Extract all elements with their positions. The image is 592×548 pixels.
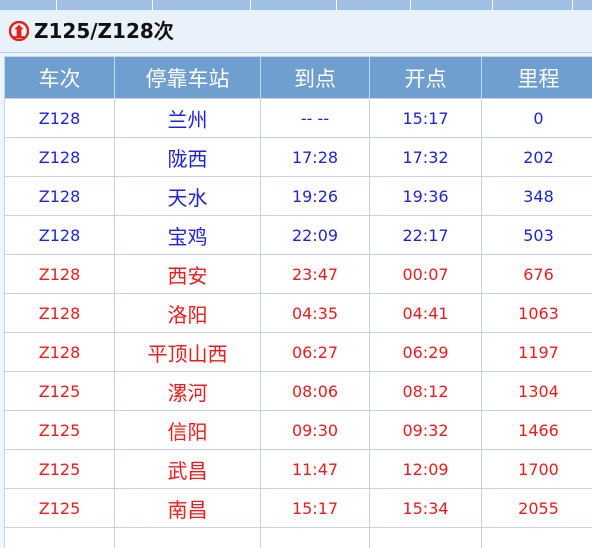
table-row: Z125南昌15:1715:342055 bbox=[5, 489, 592, 528]
cell-arrive: 11:47 bbox=[261, 450, 370, 489]
table-header-row: 车次 停靠车站 到点 开点 里程 bbox=[5, 57, 592, 99]
cell-station: 平顶山西 bbox=[115, 333, 261, 372]
cell-station: 漯河 bbox=[115, 372, 261, 411]
cell-mileage: 348 bbox=[482, 177, 592, 216]
train-title-bar: Z125/Z128次 bbox=[0, 10, 592, 53]
cell-depart: 12:09 bbox=[370, 450, 482, 489]
table-row: Z128平顶山西06:2706:291197 bbox=[5, 333, 592, 372]
cell-mileage: 1700 bbox=[482, 450, 592, 489]
cell-depart: 08:12 bbox=[370, 372, 482, 411]
cell-depart: 06:29 bbox=[370, 333, 482, 372]
cell-train: Z125 bbox=[5, 372, 115, 411]
header-depart: 开点 bbox=[370, 57, 482, 99]
table-row: Z128陇西17:2817:32202 bbox=[5, 138, 592, 177]
cell-empty bbox=[115, 528, 261, 548]
cell-arrive: 19:26 bbox=[261, 177, 370, 216]
cell-mileage: 2055 bbox=[482, 489, 592, 528]
fragment-cell bbox=[492, 0, 573, 10]
cell-depart: 04:41 bbox=[370, 294, 482, 333]
header-train: 车次 bbox=[5, 57, 115, 99]
page-title: Z125/Z128次 bbox=[34, 19, 174, 43]
cell-mileage: 1197 bbox=[482, 333, 592, 372]
cell-train: Z128 bbox=[5, 138, 115, 177]
cell-train: Z125 bbox=[5, 411, 115, 450]
cell-arrive: 22:09 bbox=[261, 216, 370, 255]
cell-train: Z128 bbox=[5, 255, 115, 294]
cell-arrive: 04:35 bbox=[261, 294, 370, 333]
cell-arrive: -- -- bbox=[261, 99, 370, 138]
cell-depart: 19:36 bbox=[370, 177, 482, 216]
cell-station: 洛阳 bbox=[115, 294, 261, 333]
cell-mileage: 676 bbox=[482, 255, 592, 294]
cell-depart: 22:17 bbox=[370, 216, 482, 255]
timetable: 车次 停靠车站 到点 开点 里程 Z128兰州-- --15:170Z128陇西… bbox=[4, 56, 592, 548]
header-station: 停靠车站 bbox=[115, 57, 261, 99]
cell-mileage: 1466 bbox=[482, 411, 592, 450]
table-row: Z128兰州-- --15:170 bbox=[5, 99, 592, 138]
cell-empty bbox=[482, 528, 592, 548]
cell-depart: 09:32 bbox=[370, 411, 482, 450]
cell-train: Z125 bbox=[5, 450, 115, 489]
cell-station: 武昌 bbox=[115, 450, 261, 489]
table-row: Z125漯河08:0608:121304 bbox=[5, 372, 592, 411]
cell-station: 陇西 bbox=[115, 138, 261, 177]
cell-depart: 17:32 bbox=[370, 138, 482, 177]
cell-train: Z128 bbox=[5, 216, 115, 255]
cell-arrive: 23:47 bbox=[261, 255, 370, 294]
cell-arrive: 08:06 bbox=[261, 372, 370, 411]
header-arrive: 到点 bbox=[261, 57, 370, 99]
railway-logo-icon bbox=[9, 21, 29, 41]
table-row: Z128西安23:4700:07676 bbox=[5, 255, 592, 294]
cell-empty bbox=[261, 528, 370, 548]
table-row-partial bbox=[5, 528, 592, 548]
cell-station: 宝鸡 bbox=[115, 216, 261, 255]
cell-station: 南昌 bbox=[115, 489, 261, 528]
header-mileage: 里程 bbox=[482, 57, 592, 99]
cell-train: Z128 bbox=[5, 99, 115, 138]
cell-station: 兰州 bbox=[115, 99, 261, 138]
cell-depart: 15:17 bbox=[370, 99, 482, 138]
cell-train: Z125 bbox=[5, 489, 115, 528]
cell-arrive: 09:30 bbox=[261, 411, 370, 450]
cell-mileage: 202 bbox=[482, 138, 592, 177]
table-row: Z125信阳09:3009:321466 bbox=[5, 411, 592, 450]
fragment-cell bbox=[336, 0, 411, 10]
table-row: Z128宝鸡22:0922:17503 bbox=[5, 216, 592, 255]
cell-train: Z128 bbox=[5, 294, 115, 333]
previous-table-fragment bbox=[0, 0, 592, 10]
fragment-cell bbox=[56, 0, 153, 10]
cell-train: Z128 bbox=[5, 333, 115, 372]
cell-station: 信阳 bbox=[115, 411, 261, 450]
cell-mileage: 503 bbox=[482, 216, 592, 255]
cell-depart: 15:34 bbox=[370, 489, 482, 528]
cell-arrive: 06:27 bbox=[261, 333, 370, 372]
fragment-cell bbox=[250, 0, 337, 10]
table-row: Z128洛阳04:3504:411063 bbox=[5, 294, 592, 333]
fragment-cell bbox=[410, 0, 493, 10]
cell-station: 天水 bbox=[115, 177, 261, 216]
cell-empty bbox=[5, 528, 115, 548]
fragment-cell bbox=[0, 0, 57, 10]
cell-arrive: 15:17 bbox=[261, 489, 370, 528]
cell-depart: 00:07 bbox=[370, 255, 482, 294]
cell-mileage: 0 bbox=[482, 99, 592, 138]
cell-mileage: 1063 bbox=[482, 294, 592, 333]
fragment-cell bbox=[152, 0, 251, 10]
schedule-table: 车次 停靠车站 到点 开点 里程 Z128兰州-- --15:170Z128陇西… bbox=[4, 56, 592, 548]
table-row: Z128天水19:2619:36348 bbox=[5, 177, 592, 216]
cell-empty bbox=[370, 528, 482, 548]
cell-station: 西安 bbox=[115, 255, 261, 294]
cell-train: Z128 bbox=[5, 177, 115, 216]
cell-mileage: 1304 bbox=[482, 372, 592, 411]
cell-arrive: 17:28 bbox=[261, 138, 370, 177]
table-row: Z125武昌11:4712:091700 bbox=[5, 450, 592, 489]
